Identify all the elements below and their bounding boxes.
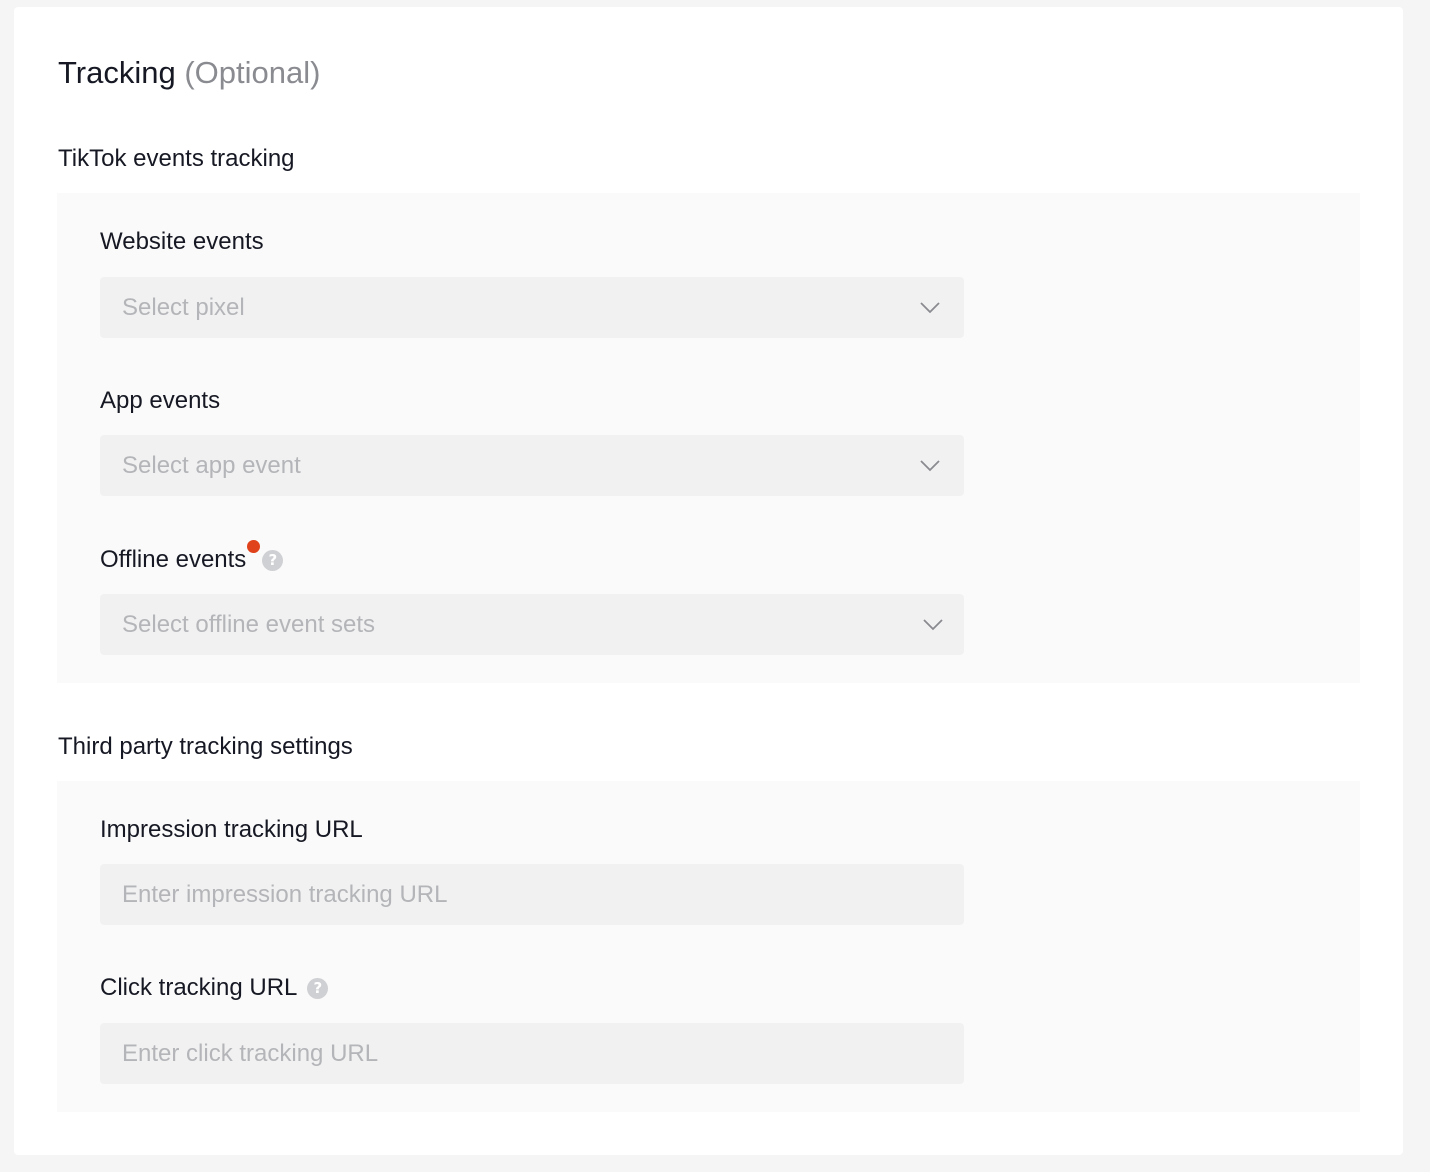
click-url-label-row: Click tracking URL ? (100, 972, 329, 1004)
website-events-placeholder: Select pixel (122, 293, 245, 321)
impression-url-placeholder: Enter impression tracking URL (122, 880, 448, 908)
click-url-label: Click tracking URL (100, 974, 298, 1001)
website-events-select[interactable]: Select pixel (100, 277, 964, 338)
card-title-optional: (Optional) (184, 55, 321, 90)
offline-events-select[interactable]: Select offline event sets (100, 594, 964, 655)
chevron-down-icon[interactable] (919, 455, 941, 477)
offline-events-placeholder: Select offline event sets (122, 610, 376, 638)
impression-url-input[interactable]: Enter impression tracking URL (100, 864, 964, 925)
app-events-select[interactable]: Select app event (100, 435, 964, 496)
new-badge-dot (247, 540, 261, 553)
chevron-down-icon[interactable] (922, 614, 944, 636)
offline-events-label-wrap: Offline events (100, 540, 261, 576)
card-title-text: Tracking (58, 55, 176, 90)
offline-events-label: Offline events (100, 546, 247, 573)
tiktok-events-section-title: TikTok events tracking (58, 145, 295, 172)
click-url-input[interactable]: Enter click tracking URL (100, 1023, 964, 1084)
chevron-down-icon[interactable] (919, 297, 941, 319)
help-icon[interactable]: ? (262, 549, 284, 571)
third-party-section-title: Third party tracking settings (58, 733, 353, 760)
app-events-label: App events (100, 387, 221, 414)
help-icon[interactable]: ? (307, 977, 329, 999)
offline-events-label-row: Offline events ? (100, 540, 284, 576)
website-events-label: Website events (100, 228, 264, 255)
app-events-placeholder: Select app event (122, 451, 301, 479)
click-url-placeholder: Enter click tracking URL (122, 1039, 379, 1067)
tracking-card: Tracking (Optional) TikTok events tracki… (14, 7, 1403, 1155)
third-party-panel: Impression tracking URL Enter impression… (57, 781, 1360, 1112)
impression-url-label: Impression tracking URL (100, 816, 363, 843)
tiktok-events-panel: Website events Select pixel App events S… (57, 193, 1360, 683)
card-title: Tracking (Optional) (58, 53, 320, 93)
